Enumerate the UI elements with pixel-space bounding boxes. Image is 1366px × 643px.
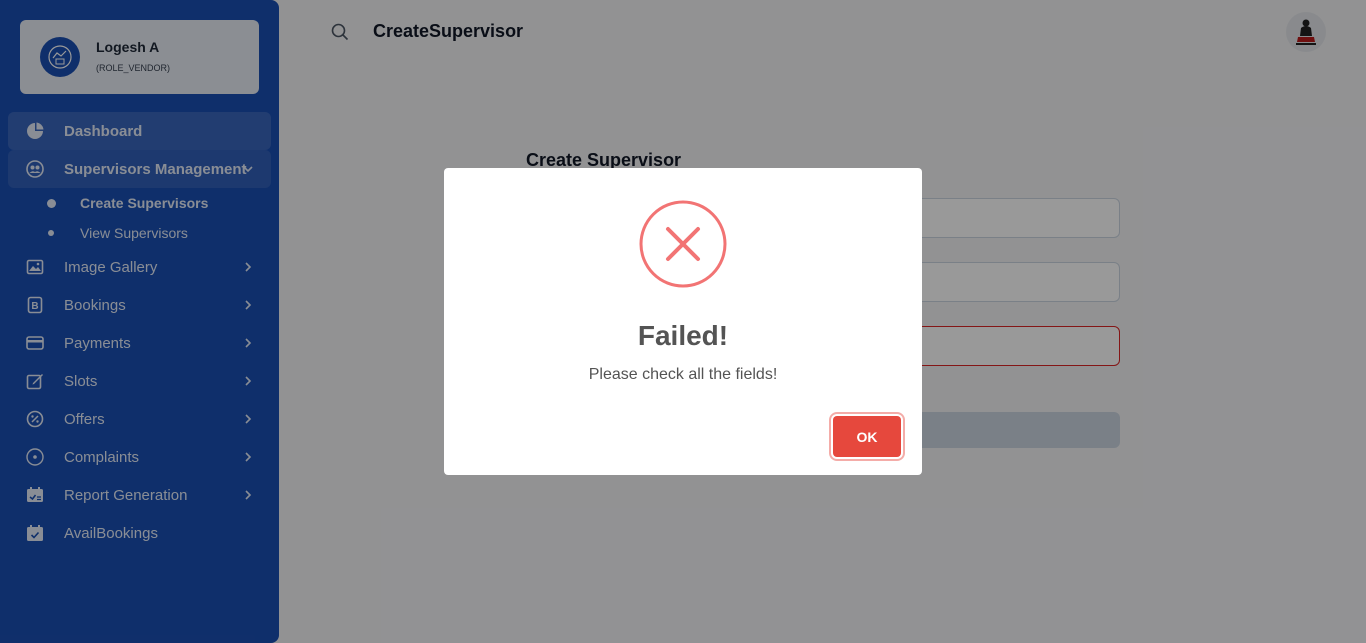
modal-message: Please check all the fields! [588, 366, 778, 383]
ok-button[interactable]: OK [833, 416, 901, 457]
error-x-icon [639, 200, 727, 288]
modal-title: Failed! [637, 320, 729, 351]
error-modal: Failed! Please check all the fields! OK [444, 168, 922, 475]
